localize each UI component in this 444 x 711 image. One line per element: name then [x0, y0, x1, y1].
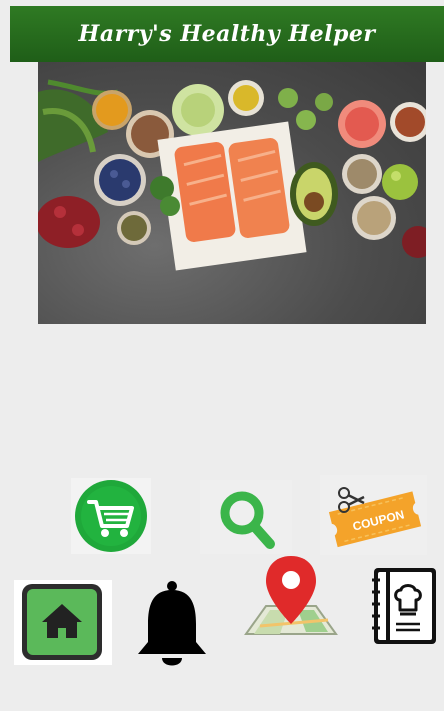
map-pin-icon: [244, 556, 338, 635]
search-button[interactable]: [200, 480, 292, 554]
nav-home-button[interactable]: [14, 580, 112, 665]
nav-recipes-button[interactable]: [368, 566, 444, 650]
coupon-button[interactable]: COUPON: [320, 475, 427, 555]
app-header: Harry's Healthy Helper: [10, 6, 444, 62]
shopping-cart-button[interactable]: [71, 478, 151, 554]
nav-map-button[interactable]: [236, 554, 346, 658]
search-icon: [220, 491, 275, 549]
home-icon: [22, 584, 102, 660]
food-photo-illustration: [38, 79, 426, 271]
nav-notifications-button[interactable]: [128, 572, 216, 672]
app-title: Harry's Healthy Helper: [78, 21, 376, 47]
recipe-book-icon: [372, 568, 436, 644]
hero-image: [38, 62, 426, 324]
coupon-icon: COUPON: [328, 487, 422, 548]
bell-icon: [138, 581, 206, 666]
shopping-cart-icon: [75, 480, 147, 552]
